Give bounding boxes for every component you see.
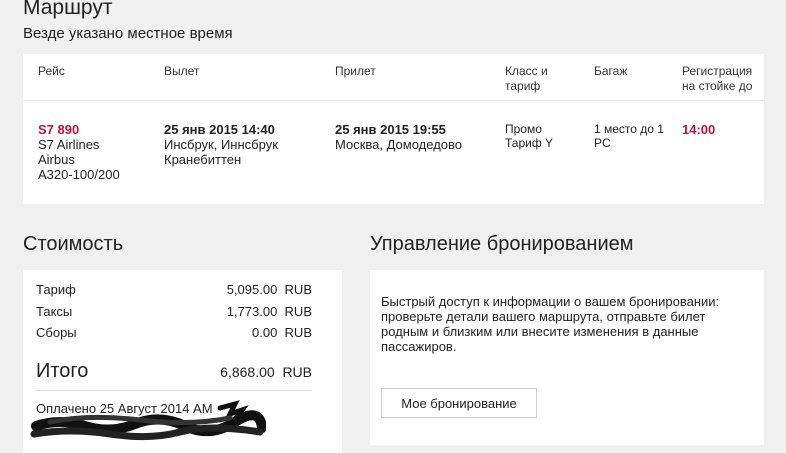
baggage-allowance: 1 место до 1 PC: [594, 122, 664, 150]
col-departure: Вылет: [164, 64, 200, 78]
checkin-deadline: 14:00: [682, 122, 716, 137]
arrival-place: Москва, Домодедово: [335, 137, 463, 152]
departure-place-line2: Кранебиттен: [164, 152, 242, 167]
flight-number[interactable]: S7 890: [38, 122, 120, 137]
redaction-scribble: [30, 400, 266, 441]
col-checkin: Регистрация на стойке до: [682, 64, 753, 93]
departure-datetime: 25 янв 2015 14:40: [164, 122, 275, 137]
route-title: Маршрут: [23, 0, 113, 19]
col-flight: Рейс: [38, 64, 65, 78]
my-booking-button[interactable]: Мое бронирование: [381, 388, 537, 418]
departure-info: 25 янв 2015 14:40 Инсбрук, Иннсбрук Кран…: [164, 122, 278, 167]
airline-name: S7 Airlines: [38, 137, 100, 152]
col-class: Класс и тариф: [505, 64, 548, 93]
cost-title: Стоимость: [23, 233, 124, 255]
management-title: Управление бронированием: [370, 233, 634, 255]
flight-info: S7 890 S7 Airlines Airbus A320-100/200: [38, 122, 120, 182]
arrival-info: 25 янв 2015 19:55 Москва, Домодедово: [335, 122, 462, 152]
aircraft-line1: Airbus: [38, 152, 75, 167]
fare-class: Промо Тариф Y: [505, 122, 554, 150]
header-divider: [23, 100, 764, 101]
arrival-datetime: 25 янв 2015 19:55: [335, 122, 446, 137]
route-subtitle: Везде указано местное время: [23, 25, 233, 42]
col-baggage: Багаж: [594, 64, 628, 78]
management-description: Быстрый доступ к информации о вашем брон…: [381, 294, 720, 354]
aircraft-line2: A320-100/200: [38, 167, 120, 182]
col-arrival: Прилет: [335, 64, 376, 78]
cost-divider: [36, 390, 312, 391]
departure-place-line1: Инсбрук, Иннсбрук: [164, 137, 278, 152]
